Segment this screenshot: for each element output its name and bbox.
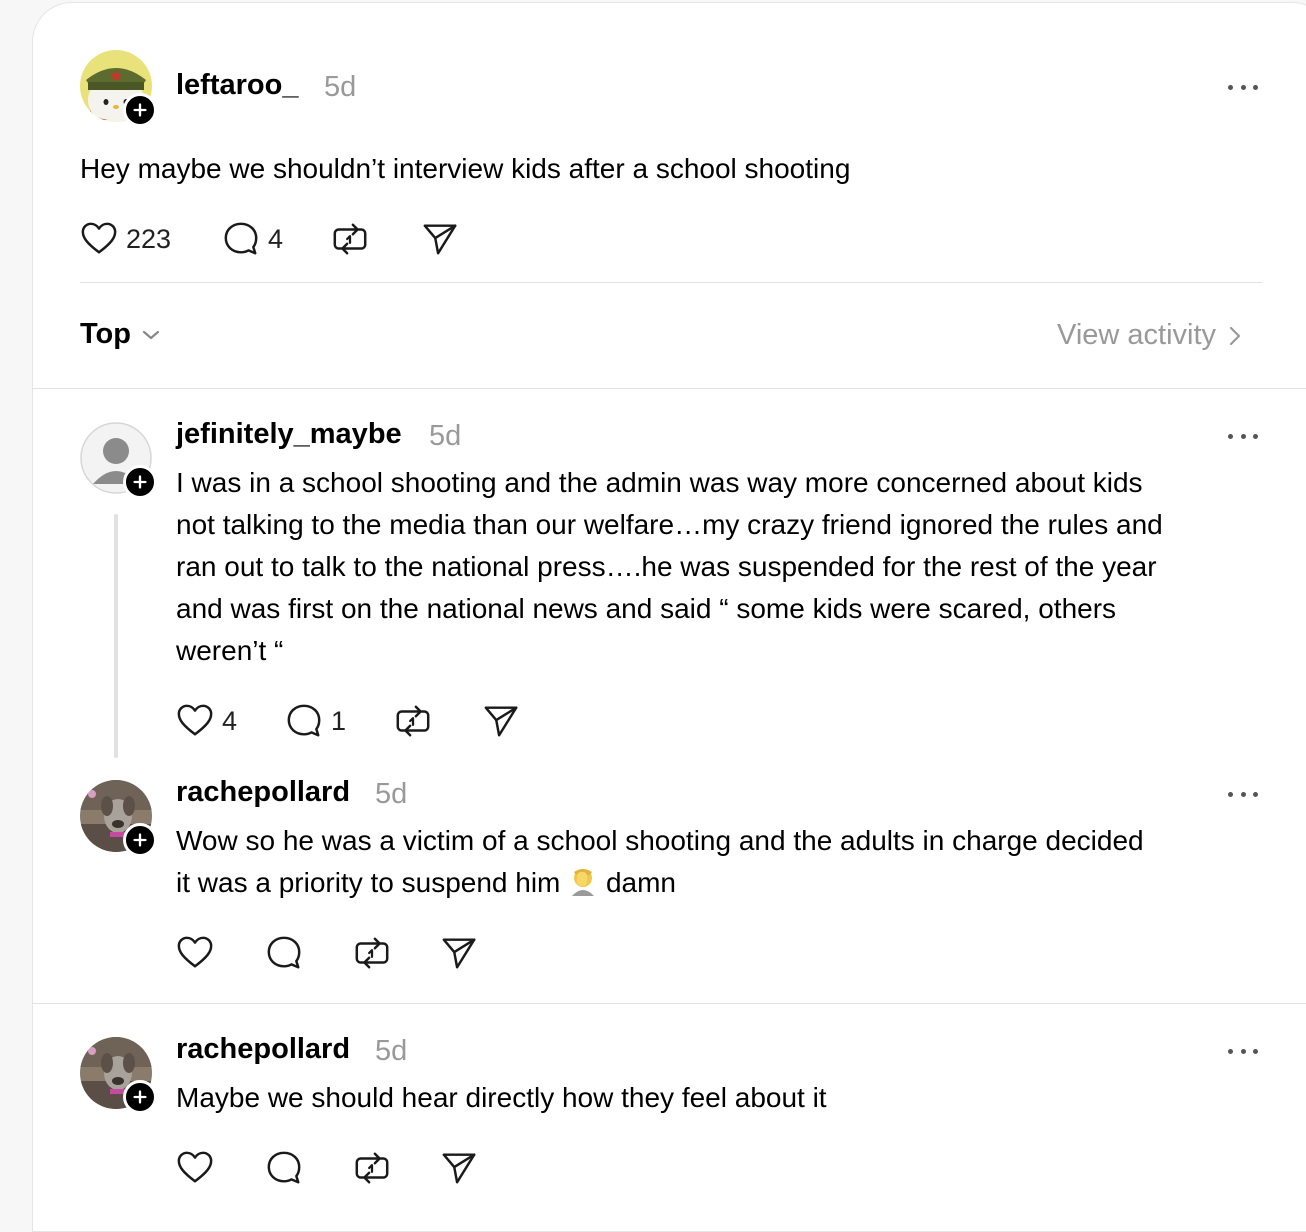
comment-reply-button[interactable]: 1	[285, 702, 346, 740]
repost-icon	[353, 1149, 391, 1187]
follow-plus-icon[interactable]	[123, 465, 157, 499]
repost-icon	[331, 220, 369, 258]
heart-icon	[176, 702, 214, 740]
comment-more-icon[interactable]	[1228, 431, 1258, 441]
comment-text-line: I was in a school shooting and the admin…	[176, 467, 1143, 498]
comment-text: Maybe we should hear directly how they f…	[176, 1082, 827, 1113]
comment-author-username[interactable]: jefinitely_maybe	[176, 418, 402, 451]
post-author-username[interactable]: leftaroo_	[176, 69, 298, 102]
post-reply-button[interactable]: 4	[222, 220, 283, 258]
sort-dropdown[interactable]: Top	[80, 318, 161, 351]
speech-bubble-icon	[265, 1149, 303, 1187]
post-time: 5d	[324, 71, 357, 103]
post-repost-button[interactable]	[331, 220, 369, 258]
comment-like-count: 4	[222, 705, 238, 736]
comment-divider	[32, 1003, 1306, 1004]
comment-reply-count: 1	[331, 705, 347, 736]
post-like-button[interactable]: 223	[80, 220, 171, 258]
comment-time: 5d	[429, 420, 462, 452]
comment-author-avatar[interactable]	[80, 1037, 157, 1114]
speech-bubble-icon	[285, 702, 323, 740]
send-icon	[440, 934, 478, 972]
section-divider	[32, 388, 1306, 389]
heart-icon	[80, 220, 118, 258]
comment-author-avatar[interactable]	[80, 780, 157, 857]
comment-text-line: not talking to the media than our welfar…	[176, 509, 1163, 540]
comment-like-button[interactable]	[176, 934, 214, 972]
heart-icon	[176, 934, 214, 972]
comment-text-line: and was first on the national news and s…	[176, 593, 1117, 624]
comment-text: I was in a school shooting and the admin…	[176, 462, 1163, 672]
comment-text: Wow so he was a victim of a school shoot…	[176, 820, 1144, 904]
comment-reply-button[interactable]	[265, 934, 303, 972]
follow-plus-icon[interactable]	[123, 1080, 157, 1114]
follow-plus-icon[interactable]	[123, 93, 157, 127]
speech-bubble-icon	[222, 220, 260, 258]
comment-author-username[interactable]: rachepollard	[176, 1033, 350, 1066]
send-icon	[440, 1149, 478, 1187]
sort-label: Top	[80, 318, 131, 350]
chevron-right-icon	[1229, 326, 1241, 345]
thread-connector-line	[114, 514, 118, 758]
post-divider	[80, 282, 1262, 283]
send-icon	[421, 220, 459, 258]
post-like-count: 223	[126, 223, 172, 254]
view-activity-link[interactable]: View activity	[1057, 319, 1242, 352]
view-activity-label: View activity	[1057, 319, 1217, 351]
comment-author-username[interactable]: rachepollard	[176, 776, 350, 809]
comment-text-line: weren’t “	[176, 635, 284, 666]
comment-like-button[interactable]: 4	[176, 702, 237, 740]
comment-share-button[interactable]	[440, 1149, 478, 1187]
follow-plus-icon[interactable]	[123, 823, 157, 857]
comment-repost-button[interactable]	[394, 702, 432, 740]
comment-text-segment: it was a priority to suspend him	[176, 867, 561, 898]
comment-repost-button[interactable]	[353, 934, 391, 972]
comment-share-button[interactable]	[482, 702, 520, 740]
repost-icon	[394, 702, 432, 740]
heart-icon	[176, 1149, 214, 1187]
comment-repost-button[interactable]	[353, 1149, 391, 1187]
comment-reply-button[interactable]	[265, 1149, 303, 1187]
post-text: Hey maybe we shouldn’t interview kids af…	[80, 153, 851, 184]
post-reply-count: 4	[268, 223, 284, 254]
comment-like-button[interactable]	[176, 1149, 214, 1187]
post-share-button[interactable]	[421, 220, 459, 258]
send-icon	[482, 702, 520, 740]
face-palm-emoji-icon	[572, 869, 595, 896]
comment-text-line: ran out to talk to the national press….h…	[176, 551, 1157, 582]
comment-time: 5d	[375, 1035, 408, 1067]
comment-share-button[interactable]	[440, 934, 478, 972]
comment-more-icon[interactable]	[1228, 1046, 1258, 1056]
comment-text-line: it was a priority to suspend him damn	[176, 862, 1144, 904]
comment-time: 5d	[375, 778, 408, 810]
comment-text-segment: damn	[605, 867, 676, 898]
comment-text-line: Wow so he was a victim of a school shoot…	[176, 825, 1144, 856]
speech-bubble-icon	[265, 934, 303, 972]
post-author-avatar[interactable]	[80, 50, 157, 127]
post-more-icon[interactable]	[1228, 82, 1258, 92]
comment-more-icon[interactable]	[1228, 789, 1258, 799]
comment-author-avatar[interactable]	[80, 422, 157, 499]
repost-icon	[353, 934, 391, 972]
chevron-down-icon	[142, 330, 160, 339]
